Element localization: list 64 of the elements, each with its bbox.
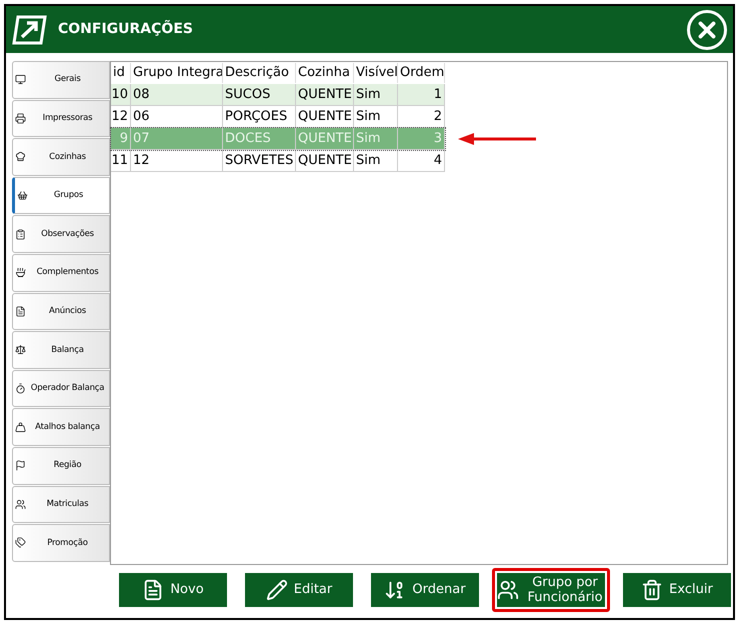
clipboard-icon	[15, 228, 26, 240]
sidebar-tab[interactable]: Complementos	[12, 254, 110, 292]
table-cell: Sim	[354, 84, 398, 105]
column-header: Cozinha	[296, 63, 354, 83]
column-header: Ordem	[398, 63, 445, 83]
table-cell: DOCES	[223, 128, 296, 149]
pencil-icon	[266, 578, 288, 600]
trash-icon	[641, 578, 664, 600]
sidebar-tab[interactable]: Matriculas	[12, 486, 110, 524]
table-row[interactable]: 11 12 SORVETES QUENTE Sim 4	[111, 150, 445, 172]
document-icon	[142, 578, 164, 600]
table-cell: QUENTE	[296, 150, 354, 171]
table-cell: QUENTE	[296, 128, 354, 149]
sidebar-tab[interactable]: Região	[12, 446, 110, 485]
table-cell: 07	[131, 128, 223, 149]
sidebar-tab[interactable]: Promoção	[12, 524, 110, 562]
basket-icon	[17, 190, 28, 202]
timer-icon	[15, 383, 26, 394]
table-cell: SUCOS	[223, 84, 296, 105]
table-cell: 1	[398, 84, 445, 105]
weight-icon	[15, 422, 26, 433]
column-header: Visível	[354, 63, 398, 83]
table-cell: Sim	[354, 150, 398, 171]
table-cell: 4	[398, 150, 445, 171]
printer-icon	[15, 112, 26, 124]
tags-icon	[15, 537, 26, 548]
table-cell: 12	[131, 150, 223, 171]
action-button[interactable]: Novo	[119, 572, 227, 606]
sidebar-tab[interactable]: Gerais	[12, 61, 110, 99]
table-row[interactable]: 12 06 PORÇOES QUENTE Sim 2	[111, 106, 445, 128]
table-cell: 08	[131, 84, 223, 105]
action-button[interactable]: Excluir	[623, 572, 731, 606]
window-title: CONFIGURAÇÕES	[58, 19, 193, 39]
scale-icon	[15, 344, 26, 356]
column-header: id	[111, 63, 131, 83]
column-header: Descrição	[223, 63, 296, 83]
table-cell: 9	[111, 128, 131, 149]
table-cell: QUENTE	[296, 84, 354, 105]
sidebar-tab[interactable]: Grupos	[12, 176, 110, 214]
people-icon	[497, 578, 519, 600]
table-cell: Sim	[354, 128, 398, 149]
people-icon	[15, 498, 26, 510]
close-button[interactable]	[687, 10, 727, 50]
sidebar-tab[interactable]: Impressoras	[12, 100, 110, 138]
table-cell: 3	[398, 128, 445, 149]
sidebar-tab[interactable]: Balança	[12, 331, 110, 369]
action-button[interactable]: Grupo por Funcionário	[492, 568, 610, 612]
sidebar-tab[interactable]: Operador Balança	[12, 370, 110, 408]
document-icon	[15, 306, 26, 317]
table-cell: SORVETES	[223, 150, 296, 171]
table-row[interactable]: 10 08 SUCOS QUENTE Sim 1	[111, 84, 445, 106]
table-cell: 10	[111, 84, 131, 105]
logo-icon	[12, 14, 48, 46]
bowl-icon	[15, 267, 26, 278]
chef-icon	[15, 151, 26, 162]
action-button[interactable]: Editar	[245, 572, 353, 606]
sidebar-tab[interactable]: Cozinhas	[12, 138, 110, 176]
flag-icon	[15, 460, 26, 472]
sidebar-tab[interactable]: Anúncios	[12, 292, 110, 330]
table-cell: 11	[111, 150, 131, 171]
sidebar-tab[interactable]: Observações	[12, 215, 110, 253]
sidebar-tab[interactable]: Atalhos balança	[12, 408, 110, 446]
monitor-icon	[15, 74, 26, 86]
action-button[interactable]: Ordenar	[371, 572, 479, 606]
